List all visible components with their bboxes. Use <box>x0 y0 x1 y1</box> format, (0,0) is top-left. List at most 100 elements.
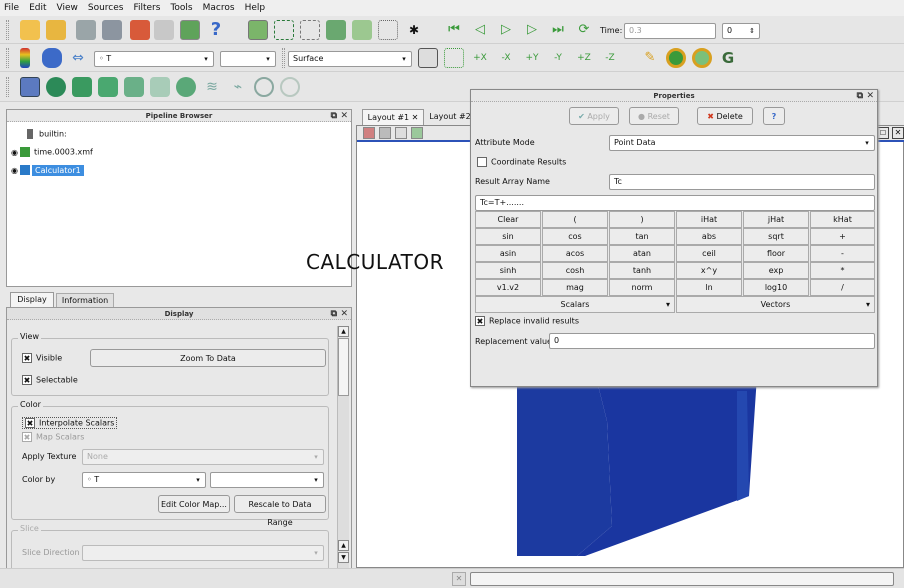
first-frame-icon[interactable]: ⏮ <box>444 20 464 40</box>
extract-subset-icon[interactable] <box>150 77 170 97</box>
calc-button-clear[interactable]: Clear <box>475 211 541 228</box>
redo-icon[interactable] <box>154 20 174 40</box>
view-plus-x-icon[interactable]: +X <box>470 48 490 68</box>
warp-vector-icon[interactable]: ⌁ <box>228 77 248 97</box>
menu-tools[interactable]: Tools <box>170 3 192 13</box>
reset-button[interactable]: ● Reset <box>629 107 679 125</box>
pick-center-icon[interactable]: ✎ <box>640 48 660 68</box>
pipeline-item-builtin[interactable]: builtin: <box>27 129 67 139</box>
zoom-to-data-button[interactable]: Zoom To Data <box>90 349 326 367</box>
zoom-to-box-icon[interactable]: G <box>718 48 738 68</box>
next-frame-icon[interactable]: ▷ <box>522 20 542 40</box>
representation-select[interactable]: Surface ▾ <box>288 51 412 67</box>
calc-button-norm[interactable]: norm <box>609 279 675 296</box>
apply-button[interactable]: ✔ Apply <box>569 107 619 125</box>
menu-file[interactable]: File <box>4 3 19 13</box>
calc-button-dot[interactable]: v1.v2 <box>475 279 541 296</box>
select-frustum-icon[interactable] <box>326 20 346 40</box>
loop-icon[interactable]: ⟳ <box>574 20 594 40</box>
select-points-icon[interactable] <box>300 20 320 40</box>
time-field[interactable]: 0.3 <box>624 23 716 39</box>
select-block-icon[interactable] <box>352 20 372 40</box>
edit-color-map-icon[interactable] <box>42 48 62 68</box>
menu-edit[interactable]: Edit <box>29 3 46 13</box>
threshold-filter-icon[interactable] <box>124 77 144 97</box>
calc-button-jhat[interactable]: jHat <box>743 211 809 228</box>
eye-icon[interactable]: ◉ <box>11 166 18 175</box>
menu-macros[interactable]: Macros <box>203 3 235 13</box>
apply-texture-select[interactable]: None ▾ <box>82 449 324 465</box>
calc-button-cosh[interactable]: cosh <box>542 262 608 279</box>
rotate-ccw-icon[interactable] <box>692 48 712 68</box>
calc-button-asin[interactable]: asin <box>475 245 541 262</box>
calc-button-sin[interactable]: sin <box>475 228 541 245</box>
display-scrollbar[interactable]: ▲ ▲ ▼ <box>337 326 349 576</box>
calc-button-sqrt[interactable]: sqrt <box>743 228 809 245</box>
calc-button-exp[interactable]: exp <box>743 262 809 279</box>
calc-button-sinh[interactable]: sinh <box>475 262 541 279</box>
scroll-down-icon[interactable]: ▼ <box>338 552 349 563</box>
rescale-range-icon[interactable]: ⇔ <box>68 48 88 68</box>
color-array-select[interactable]: ◦ T ▾ <box>94 51 214 67</box>
select-points-on-icon[interactable] <box>378 20 398 40</box>
rotate-icon[interactable] <box>666 48 686 68</box>
pipeline-item-calculator[interactable]: ◉ Calculator1 <box>11 164 161 176</box>
tab-information[interactable]: Information <box>56 293 114 307</box>
visible-checkbox[interactable]: ✖ Visible <box>22 353 62 363</box>
menu-view[interactable]: View <box>57 3 78 13</box>
float-panel-icon[interactable]: ⧉ <box>331 308 337 320</box>
float-panel-icon[interactable]: ⧉ <box>857 90 863 102</box>
calc-button-tan[interactable]: tan <box>609 228 675 245</box>
color-component-select[interactable]: ▾ <box>210 472 324 488</box>
color-legend-icon[interactable] <box>20 48 30 68</box>
attribute-mode-select[interactable]: Point Data ▾ <box>609 135 875 151</box>
close-panel-icon[interactable]: ✕ <box>340 110 348 122</box>
calculator-filter-icon[interactable] <box>20 77 40 97</box>
float-panel-icon[interactable]: ⧉ <box>331 110 337 122</box>
play-icon[interactable]: ▷ <box>496 20 516 40</box>
tab-layout-2[interactable]: Layout #2 <box>426 110 474 125</box>
calc-button-minus[interactable]: - <box>810 245 875 262</box>
scroll-up-icon[interactable]: ▲ <box>338 326 349 337</box>
slice-filter-icon[interactable] <box>98 77 118 97</box>
calc-button-open-paren[interactable]: ( <box>542 211 608 228</box>
calc-button-ln[interactable]: ln <box>676 279 742 296</box>
last-frame-icon[interactable]: ⏭ <box>548 20 568 40</box>
interact-icon[interactable]: ✱ <box>404 20 424 40</box>
calc-button-log10[interactable]: log10 <box>743 279 809 296</box>
view-minus-y-icon[interactable]: -Y <box>548 48 568 68</box>
calc-button-mag[interactable]: mag <box>542 279 608 296</box>
view-plus-y-icon[interactable]: +Y <box>522 48 542 68</box>
tab-layout-1[interactable]: Layout #1 ✕ <box>362 109 424 125</box>
undo-icon[interactable] <box>130 20 150 40</box>
coordinate-results-checkbox[interactable]: Coordinate Results <box>477 157 566 167</box>
vectors-select[interactable]: Vectors ▾ <box>676 296 875 313</box>
show-center-icon[interactable] <box>444 48 464 68</box>
tab-display[interactable]: Display <box>10 292 54 307</box>
reset-camera-icon[interactable] <box>248 20 268 40</box>
eye-icon[interactable]: ◉ <box>11 148 18 157</box>
close-panel-icon[interactable]: ✕ <box>340 308 348 320</box>
connect-icon[interactable] <box>180 20 200 40</box>
component-select[interactable]: ▾ <box>220 51 276 67</box>
calc-button-khat[interactable]: kHat <box>810 211 875 228</box>
extract-level-icon[interactable] <box>280 77 300 97</box>
menu-help[interactable]: Help <box>245 3 266 13</box>
stream-tracer-icon[interactable]: ≋ <box>202 77 222 97</box>
scroll-up-icon[interactable]: ▲ <box>338 540 349 551</box>
previous-frame-icon[interactable]: ◁ <box>470 20 490 40</box>
expression-input[interactable]: Tc=T+....... <box>475 195 875 211</box>
slice-direction-select[interactable]: ▾ <box>82 545 324 561</box>
reset-view-icon[interactable] <box>418 48 438 68</box>
scalars-select[interactable]: Scalars ▾ <box>475 296 675 313</box>
view-plus-z-icon[interactable]: +Z <box>574 48 594 68</box>
calc-button-plus[interactable]: + <box>810 228 875 245</box>
help-button[interactable]: ? <box>763 107 785 125</box>
view-minus-z-icon[interactable]: -Z <box>600 48 620 68</box>
selectable-checkbox[interactable]: ✖ Selectable <box>22 375 78 385</box>
calc-button-ceil[interactable]: ceil <box>676 245 742 262</box>
open-data-icon[interactable] <box>46 20 66 40</box>
save-state-icon[interactable] <box>76 20 96 40</box>
calc-button-ihat[interactable]: iHat <box>676 211 742 228</box>
calc-button-tanh[interactable]: tanh <box>609 262 675 279</box>
